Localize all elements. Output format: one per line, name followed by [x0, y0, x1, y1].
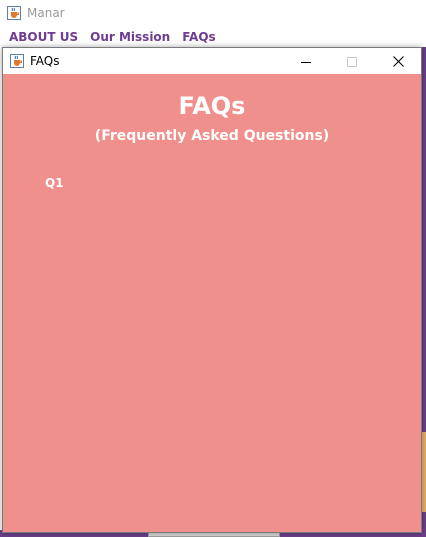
menu-about-us[interactable]: ABOUT US: [9, 30, 78, 44]
window-controls: [283, 48, 421, 74]
menu-bar: ABOUT US Our Mission FAQs: [0, 27, 426, 47]
close-icon: [392, 52, 404, 71]
minimize-button[interactable]: [283, 48, 329, 74]
faqs-content: FAQs (Frequently Asked Questions) Q1: [3, 74, 421, 532]
menu-our-mission[interactable]: Our Mission: [90, 30, 170, 44]
close-button[interactable]: [375, 48, 421, 74]
faqs-dialog-titlebar[interactable]: FAQs: [3, 48, 421, 74]
maximize-icon: [347, 52, 357, 71]
faqs-dialog-title: FAQs: [30, 54, 60, 68]
main-window-titlebar[interactable]: Manar: [0, 0, 426, 26]
faqs-dialog: FAQs FAQs (Frequently Asked Questions) Q…: [2, 47, 422, 533]
menu-faqs[interactable]: FAQs: [182, 30, 215, 44]
faq-question-1: Q1: [45, 176, 64, 190]
faq-subheading: (Frequently Asked Questions): [94, 128, 330, 144]
main-window-title: Manar: [27, 6, 65, 20]
java-coffee-cup-icon: [10, 54, 24, 68]
java-coffee-cup-icon: [7, 6, 21, 20]
faq-heading: FAQs: [178, 92, 246, 120]
maximize-button[interactable]: [329, 48, 375, 74]
minimize-icon: [301, 52, 311, 71]
